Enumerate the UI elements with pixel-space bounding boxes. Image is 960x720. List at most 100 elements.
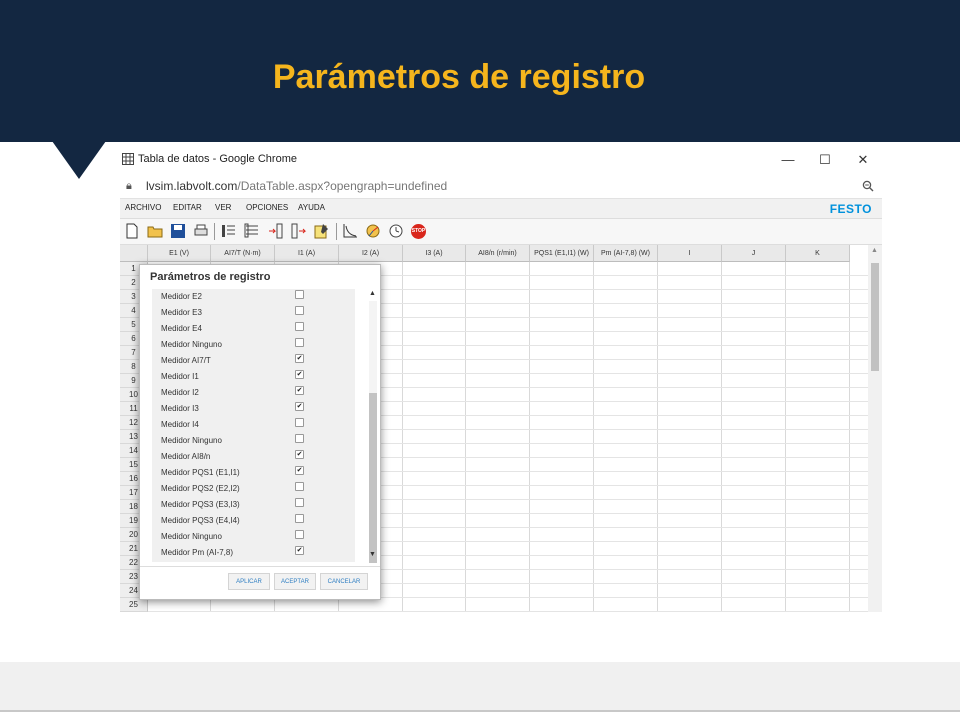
- scroll-up-icon[interactable]: ▲: [369, 290, 376, 297]
- meter-item[interactable]: Medidor PQS3 (E3,I3): [152, 497, 355, 513]
- meter-checkbox[interactable]: ✔: [295, 546, 304, 555]
- meter-item[interactable]: Medidor E2: [152, 289, 355, 305]
- cancel-button[interactable]: CANCELAR: [320, 573, 368, 590]
- edit-icon[interactable]: [314, 223, 330, 239]
- url-path: /DataTable.aspx?opengraph=undefined: [237, 179, 448, 193]
- meter-item[interactable]: Medidor I3 ✔: [152, 401, 355, 417]
- meter-checkbox[interactable]: [295, 338, 304, 347]
- menu-ayuda[interactable]: AYUDA: [298, 203, 325, 212]
- registro-dialog: Parámetros de registro Medidor E2 Medidor…: [139, 264, 381, 600]
- grid-vertical-scrollbar[interactable]: ▲: [868, 245, 882, 612]
- close-window-button[interactable]: ✕: [852, 150, 874, 170]
- meter-checkbox[interactable]: [295, 498, 304, 507]
- menu-opciones[interactable]: OPCIONES: [246, 203, 288, 212]
- meter-label: Medidor I4: [161, 420, 199, 429]
- table-icon: [122, 153, 134, 165]
- new-file-icon[interactable]: [124, 223, 140, 239]
- meter-item[interactable]: Medidor AI7/T ✔: [152, 353, 355, 369]
- meter-checkbox[interactable]: ✔: [295, 466, 304, 475]
- column-header[interactable]: K: [786, 245, 850, 262]
- address-bar[interactable]: 🔒︎ lvsim.labvolt.com/DataTable.aspx?open…: [120, 174, 882, 199]
- meter-checkbox[interactable]: [295, 434, 304, 443]
- toolbar-separator: [214, 223, 215, 240]
- record-icon[interactable]: [220, 223, 236, 239]
- grid-scroll-thumb[interactable]: [871, 263, 879, 371]
- meter-item[interactable]: Medidor I4: [152, 417, 355, 433]
- url-text[interactable]: lvsim.labvolt.com/DataTable.aspx?opengra…: [146, 179, 447, 193]
- dialog-scrollbar[interactable]: ▲ ▼: [368, 289, 378, 563]
- meter-item[interactable]: Medidor PQS2 (E2,I2): [152, 481, 355, 497]
- meter-checkbox[interactable]: ✔: [295, 386, 304, 395]
- minimize-button[interactable]: —: [777, 150, 799, 170]
- meter-checkbox[interactable]: ✔: [295, 370, 304, 379]
- graph-icon[interactable]: [342, 223, 358, 239]
- meter-item[interactable]: Medidor Pm (AI-7,8) ✔: [152, 545, 355, 561]
- url-host: lvsim.labvolt.com: [146, 179, 238, 193]
- column-header[interactable]: AI7/T (N·m): [211, 245, 275, 262]
- grid-column-line: [785, 262, 786, 612]
- meter-item[interactable]: Medidor PQS1 (E1,I1) ✔: [152, 465, 355, 481]
- meter-checkbox[interactable]: [295, 482, 304, 491]
- meter-item[interactable]: Medidor Ninguno: [152, 337, 355, 353]
- insert-row-icon[interactable]: [244, 223, 260, 239]
- dialog-divider: [140, 566, 380, 567]
- meter-label: Medidor I3: [161, 404, 199, 413]
- meter-label: Medidor PQS2 (E2,I2): [161, 484, 240, 493]
- column-header[interactable]: AI8/n (r/min): [466, 245, 530, 262]
- meter-label: Medidor I2: [161, 388, 199, 397]
- meter-checkbox[interactable]: [295, 530, 304, 539]
- zoom-icon[interactable]: [862, 180, 874, 192]
- scroll-up-icon[interactable]: ▲: [871, 247, 878, 254]
- column-header[interactable]: Pm (AI-7,8) (W): [594, 245, 658, 262]
- insert-column-icon[interactable]: [268, 223, 284, 239]
- stop-icon[interactable]: STOP: [411, 224, 426, 239]
- menu-ver[interactable]: VER: [215, 203, 231, 212]
- print-icon[interactable]: [193, 223, 209, 239]
- meter-item[interactable]: Medidor AI8/n ✔: [152, 449, 355, 465]
- column-header[interactable]: J: [722, 245, 786, 262]
- accept-button[interactable]: ACEPTAR: [274, 573, 316, 590]
- meter-label: Medidor Ninguno: [161, 532, 222, 541]
- meter-checkbox[interactable]: ✔: [295, 450, 304, 459]
- meter-checkbox[interactable]: ✔: [295, 402, 304, 411]
- timer-icon[interactable]: [388, 223, 404, 239]
- menu-editar[interactable]: EDITAR: [173, 203, 202, 212]
- meter-list: Medidor E2 Medidor E3 Medidor E4 Medidor Ni…: [152, 289, 355, 562]
- meter-label: Medidor AI8/n: [161, 452, 211, 461]
- export-icon[interactable]: [291, 223, 307, 239]
- dialog-title: Parámetros de registro: [150, 271, 271, 283]
- maximize-button[interactable]: ☐: [814, 150, 836, 170]
- column-header[interactable]: PQS1 (E1,I1) (W): [530, 245, 594, 262]
- scroll-down-icon[interactable]: ▼: [369, 551, 376, 558]
- column-header[interactable]: I1 (A): [275, 245, 339, 262]
- meter-checkbox[interactable]: [295, 514, 304, 523]
- meter-label: Medidor AI7/T: [161, 356, 211, 365]
- meter-label: Medidor PQS3 (E3,I3): [161, 500, 240, 509]
- meter-item[interactable]: Medidor Ninguno: [152, 433, 355, 449]
- row-number[interactable]: 25: [120, 598, 148, 612]
- column-header[interactable]: I3 (A): [403, 245, 466, 262]
- phasor-icon[interactable]: [365, 223, 381, 239]
- meter-checkbox[interactable]: [295, 306, 304, 315]
- grid-row-line: [148, 611, 868, 612]
- dialog-scroll-thumb[interactable]: [369, 393, 377, 563]
- meter-checkbox[interactable]: [295, 418, 304, 427]
- meter-label: Medidor E3: [161, 308, 202, 317]
- meter-item[interactable]: Medidor E3: [152, 305, 355, 321]
- column-header[interactable]: E1 (V): [148, 245, 211, 262]
- meter-item[interactable]: Medidor E4: [152, 321, 355, 337]
- meter-item[interactable]: Medidor I1 ✔: [152, 369, 355, 385]
- open-folder-icon[interactable]: [147, 223, 163, 239]
- meter-checkbox[interactable]: ✔: [295, 354, 304, 363]
- meter-checkbox[interactable]: [295, 322, 304, 331]
- meter-item[interactable]: Medidor PQS3 (E4,I4): [152, 513, 355, 529]
- column-header[interactable]: I: [658, 245, 722, 262]
- meter-item[interactable]: Medidor I2 ✔: [152, 385, 355, 401]
- meter-checkbox[interactable]: [295, 290, 304, 299]
- grid-column-line: [657, 262, 658, 612]
- menu-archivo[interactable]: ARCHIVO: [125, 203, 161, 212]
- save-icon[interactable]: [170, 223, 186, 239]
- apply-button[interactable]: APLICAR: [228, 573, 270, 590]
- column-header[interactable]: I2 (A): [339, 245, 403, 262]
- meter-item[interactable]: Medidor Ninguno: [152, 529, 355, 545]
